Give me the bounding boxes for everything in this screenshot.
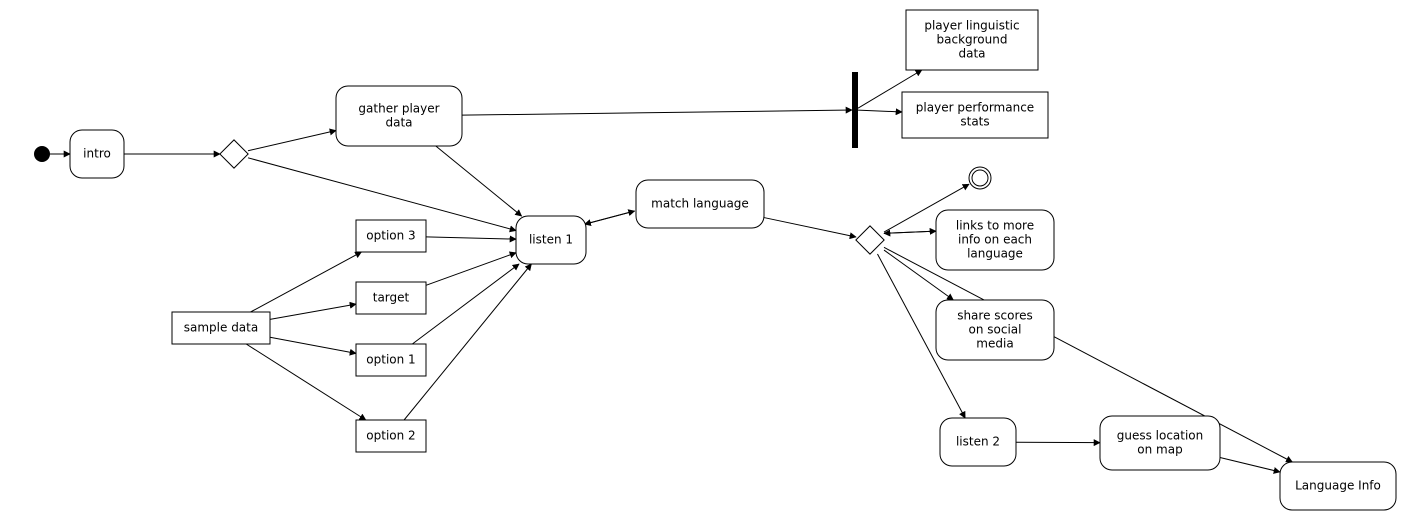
node-label: background: [937, 33, 1008, 47]
edge: [248, 131, 336, 151]
node-share: share scoreson socialmedia: [936, 300, 1054, 360]
node-target: target: [356, 282, 426, 314]
final-node: [969, 167, 991, 189]
edge: [884, 231, 936, 233]
node-label: intro: [83, 147, 111, 161]
node-ling: player linguisticbackgrounddata: [906, 10, 1038, 70]
edge: [858, 110, 902, 112]
node-gather: gather playerdata: [336, 86, 462, 146]
node-label: listen 2: [956, 435, 1000, 449]
edge: [462, 110, 852, 115]
edge: [436, 146, 522, 216]
node-label: Language Info: [1295, 479, 1381, 493]
edge: [426, 253, 516, 286]
node-label: gather player: [358, 102, 439, 116]
node-listen2: listen 2: [940, 418, 1016, 466]
node-label: stats: [960, 115, 989, 129]
node-match: match language: [636, 180, 764, 228]
initial-node: [34, 146, 50, 162]
node-intro: intro: [70, 130, 124, 178]
node-option1: option 1: [356, 344, 426, 376]
node-links: links to moreinfo on eachlanguage: [936, 210, 1054, 270]
node-label: option 2: [366, 429, 415, 443]
node-label: listen 1: [529, 233, 573, 247]
node-langinfo: Language Info: [1280, 462, 1396, 510]
node-label: data: [958, 47, 985, 61]
node-label: data: [385, 116, 412, 130]
node-label: share scores: [957, 309, 1033, 323]
node-perf: player performancestats: [902, 92, 1048, 138]
node-label: on map: [1137, 443, 1182, 457]
node-label: info on each: [958, 233, 1032, 247]
edge: [585, 211, 635, 224]
decision-node: [220, 140, 248, 168]
node-option2: option 2: [356, 420, 426, 452]
node-listen1: listen 1: [516, 216, 586, 264]
edge: [1220, 457, 1280, 471]
node-sample: sample data: [172, 312, 270, 344]
edge: [251, 252, 362, 312]
node-label: on social: [969, 323, 1022, 337]
node-label: player performance: [916, 101, 1034, 115]
fork-bar: [852, 72, 858, 148]
edge: [764, 218, 856, 237]
node-label: language: [967, 247, 1023, 261]
node-label: match language: [651, 197, 749, 211]
node-label: media: [976, 337, 1013, 351]
edge: [246, 344, 366, 420]
node-guess: guess locationon map: [1100, 416, 1220, 470]
edge: [426, 237, 516, 239]
node-label: option 3: [366, 229, 415, 243]
edge: [412, 264, 519, 344]
node-label: sample data: [184, 321, 258, 335]
node-label: player linguistic: [924, 19, 1019, 33]
edge: [270, 304, 356, 319]
activity-diagram: introgather playerdatalisten 1match lang…: [0, 0, 1418, 525]
node-label: option 1: [366, 353, 415, 367]
node-option3: option 3: [356, 220, 426, 252]
node-label: target: [373, 291, 410, 305]
decision-node: [856, 226, 884, 254]
node-label: links to more: [956, 219, 1034, 233]
node-label: guess location: [1117, 429, 1204, 443]
edge: [270, 337, 356, 353]
